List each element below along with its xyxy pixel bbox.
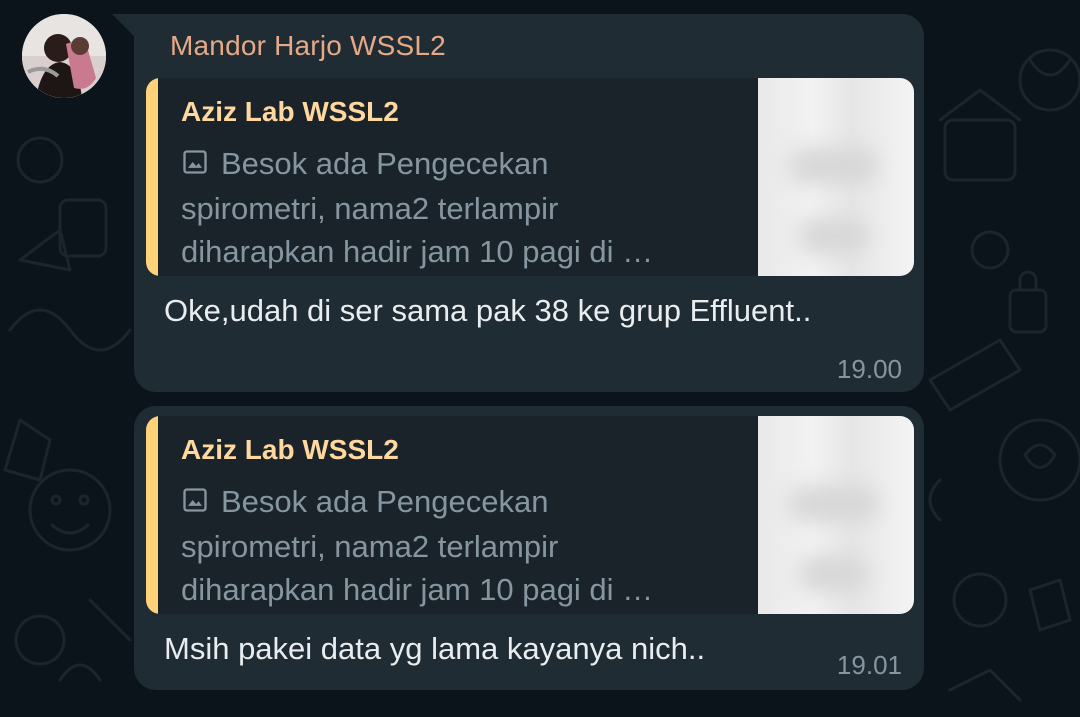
quote-author: Aziz Lab WSSL2 <box>181 434 399 465</box>
bubble-tail <box>112 14 134 36</box>
message-text: Msih pakei data yg lama kayanya nich.. <box>164 631 706 666</box>
quote-preview: Besok ada Pengecekan spirometri, nama2 t… <box>181 480 741 611</box>
message-bubble-1[interactable]: Mandor Harjo WSSL2 Aziz Lab WSSL2 Besok … <box>134 14 924 392</box>
quote-preview-text: Besok ada Pengecekan spirometri, nama2 t… <box>181 484 654 607</box>
image-icon <box>181 144 209 187</box>
quote-image-thumbnail <box>758 416 914 614</box>
message-time: 19.00 <box>836 354 902 384</box>
avatar-photo <box>22 14 106 98</box>
sender-avatar[interactable] <box>22 14 106 98</box>
image-icon <box>181 482 209 525</box>
sender-name[interactable]: Mandor Harjo WSSL2 <box>170 30 446 62</box>
quote-accent-bar <box>146 416 158 614</box>
message-time: 19.01 <box>836 650 902 680</box>
quote-preview-text: Besok ada Pengecekan spirometri, nama2 t… <box>181 146 654 269</box>
quote-image-thumbnail <box>758 78 914 276</box>
reply-quote-2[interactable]: Aziz Lab WSSL2 Besok ada Pengecekan spir… <box>146 416 914 614</box>
quote-author: Aziz Lab WSSL2 <box>181 96 399 127</box>
message-bubble-2[interactable]: Aziz Lab WSSL2 Besok ada Pengecekan spir… <box>134 406 924 690</box>
quote-preview: Besok ada Pengecekan spirometri, nama2 t… <box>181 142 741 273</box>
quote-accent-bar <box>146 78 158 276</box>
message-text: Oke,udah di ser sama pak 38 ke grup Effl… <box>164 293 812 328</box>
reply-quote-1[interactable]: Aziz Lab WSSL2 Besok ada Pengecekan spir… <box>146 78 914 276</box>
